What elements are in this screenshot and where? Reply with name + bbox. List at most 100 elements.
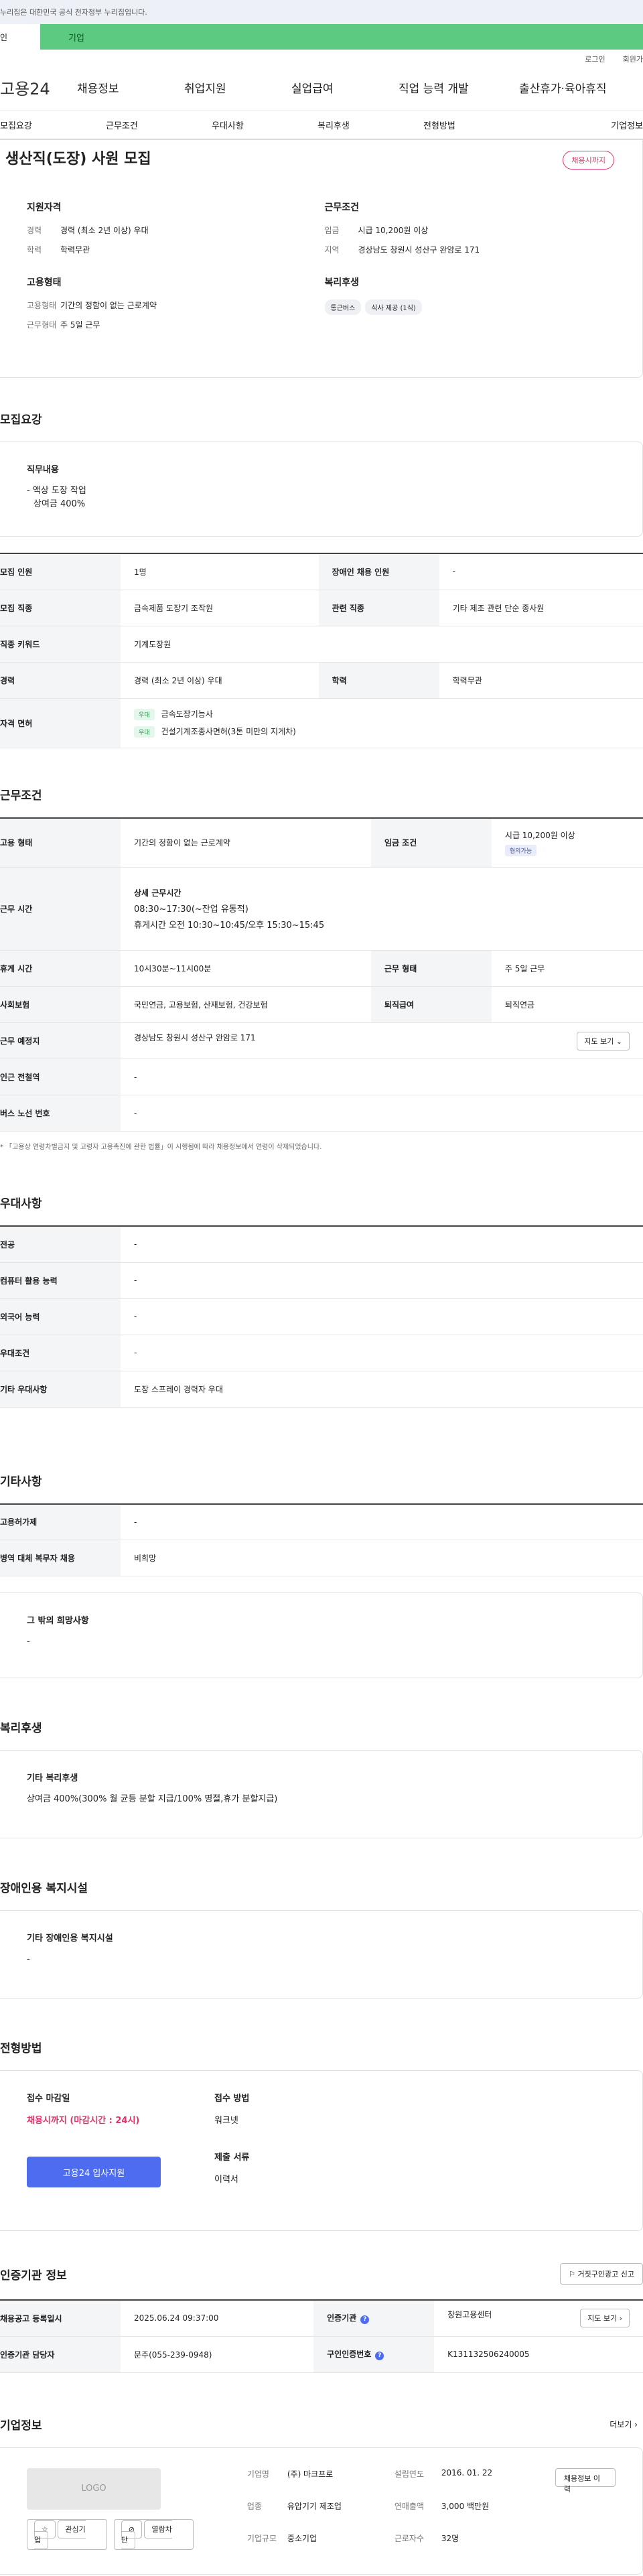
label: 연매출액 bbox=[394, 2501, 425, 2511]
map-label: 지도 보기 bbox=[584, 1036, 614, 1046]
site-logo[interactable]: 고용24 bbox=[0, 76, 77, 99]
report-button[interactable]: ⚐ 거짓구인광고 신고 bbox=[560, 2263, 643, 2285]
label: 휴게 시간 bbox=[0, 950, 121, 987]
wish-value: - bbox=[27, 1637, 30, 1647]
duty-line: 상여금 400% bbox=[33, 499, 86, 510]
map-button[interactable]: 지도 보기 ⌄ bbox=[577, 1031, 630, 1050]
pref-tag: 우대 bbox=[134, 709, 155, 720]
value: 창원고용센터 bbox=[447, 2310, 492, 2320]
label: 병역 대체 복무자 채용 bbox=[0, 1540, 121, 1576]
label: 고용허가제 bbox=[0, 1503, 121, 1540]
value: 3,000 백만원 bbox=[441, 2501, 490, 2511]
map-button[interactable]: 지도 보기 › bbox=[580, 2309, 630, 2328]
tab-welfare[interactable]: 복리후생 bbox=[317, 119, 423, 131]
value: 10시30분~11시00분 bbox=[121, 950, 371, 987]
welfare-card-heading: 기타 복리후생 bbox=[27, 1773, 78, 1783]
disab-heading: 기타 장애인용 복지시설 bbox=[27, 1934, 113, 1944]
value: 도장 스프레이 경력자 우대 bbox=[121, 1371, 643, 1408]
value: - bbox=[121, 1226, 643, 1263]
chevron-right-icon: › bbox=[634, 2419, 638, 2429]
chevron-right-icon: › bbox=[619, 2314, 622, 2323]
tab-pref[interactable]: 우대사항 bbox=[212, 119, 317, 131]
value: 금속제품 도장기 조작원 bbox=[121, 590, 319, 626]
welfare-heading: 복리후생 bbox=[324, 277, 360, 288]
docs-heading: 제출 서류 bbox=[214, 2153, 250, 2163]
info-icon[interactable]: ? bbox=[375, 2352, 384, 2360]
value: - bbox=[121, 1095, 643, 1132]
license-list: 우대 금속도장기능사 우대 건설기계조종사면허(3톤 미만의 지게차) bbox=[121, 698, 643, 748]
cert-header: 인증기관 정보 ⚐ 거짓구인광고 신고 bbox=[0, 2263, 643, 2285]
label-text: 구인인증번호 bbox=[327, 2350, 372, 2359]
work-value: 주 5일 근무 bbox=[60, 320, 100, 330]
process-card: 접수 마감일 채용시까지 (마감시간 : 24시) 고용24 입사지원 접수 방… bbox=[0, 2070, 643, 2231]
label: 고용형태 bbox=[27, 301, 57, 310]
company-logo: LOGO bbox=[27, 2467, 161, 2510]
nav-training[interactable]: 직업 능력 개발 bbox=[399, 79, 519, 96]
deadline-heading: 접수 마감일 bbox=[27, 2094, 70, 2104]
welfare-title: 복리후생 bbox=[0, 1722, 42, 1735]
nav-parental-leave[interactable]: 출산휴가·육아휴직 bbox=[519, 79, 643, 96]
tab-company[interactable]: 기업정보 bbox=[529, 119, 643, 131]
value: - bbox=[121, 1335, 643, 1371]
career-value: 경력 (최소 2년 이상) 우대 bbox=[60, 226, 149, 235]
apply-button[interactable]: 고용24 입사지원 bbox=[27, 2157, 161, 2187]
label: 퇴직급여 bbox=[370, 986, 492, 1023]
license-item: 건설기계조종사면허(3톤 미만의 지게차) bbox=[161, 727, 296, 736]
cond-heading: 근무조건 bbox=[324, 202, 360, 213]
label: 관련 직종 bbox=[318, 590, 439, 626]
wage-cell: 시급 10,200원 이상 협의가능 bbox=[491, 817, 643, 868]
label: 업종 bbox=[246, 2501, 262, 2511]
process-title: 전형방법 bbox=[0, 2042, 42, 2055]
user-type-tabs: 인 기업 bbox=[0, 24, 643, 50]
label: 자격 면허 bbox=[0, 698, 121, 748]
disab-value: - bbox=[27, 1954, 30, 1964]
tab-process[interactable]: 전형방법 bbox=[423, 119, 529, 131]
label: 컴퓨터 활용 능력 bbox=[0, 1262, 121, 1299]
label: 모집 직종 bbox=[0, 590, 121, 626]
nav-unemployment[interactable]: 실업급여 bbox=[291, 79, 399, 96]
label: 경력 bbox=[0, 662, 121, 699]
nav-employment-support[interactable]: 취업지원 bbox=[184, 79, 291, 96]
label: 임금 bbox=[324, 226, 340, 235]
more-link[interactable]: 더보기 › bbox=[610, 2419, 643, 2430]
qual-heading: 지원자격 bbox=[27, 202, 62, 213]
label: 직종 키워드 bbox=[0, 626, 121, 663]
label: 근무 예정지 bbox=[0, 1022, 121, 1059]
loc-value: 경상남도 창원시 성산구 완암로 171 bbox=[358, 245, 480, 255]
fav-button[interactable]: ☆ 관심기업 bbox=[27, 2518, 107, 2550]
label: 채용공고 등록일시 bbox=[0, 2300, 121, 2337]
duty-line: - 액상 도장 작업 bbox=[27, 486, 86, 496]
signup-link[interactable]: 회원가 bbox=[623, 54, 643, 64]
value: - bbox=[439, 553, 643, 590]
tab-work[interactable]: 근무조건 bbox=[106, 119, 212, 131]
info-icon[interactable]: ? bbox=[360, 2315, 370, 2325]
label: 인근 전철역 bbox=[0, 1059, 121, 1095]
login-link[interactable]: 로그인 bbox=[585, 54, 605, 64]
value: 경상남도 창원시 성산구 완암로 171 bbox=[134, 1032, 256, 1042]
value: 2016. 01. 22 bbox=[441, 2467, 493, 2478]
flag-icon: ⚐ bbox=[569, 2270, 576, 2279]
label: 기업규모 bbox=[246, 2533, 277, 2543]
duty-heading: 직무내용 bbox=[27, 465, 59, 475]
nav-jobs[interactable]: 채용정보 bbox=[77, 79, 184, 96]
welfare-chip: 통근버스 bbox=[324, 299, 362, 315]
value: 경력 (최소 2년 이상) 우대 bbox=[121, 662, 319, 699]
emp-value: 기간의 정함이 없는 근로계약 bbox=[60, 301, 157, 310]
tab-company[interactable]: 기업 bbox=[40, 24, 643, 50]
label: 인증기관 담당자 bbox=[0, 2336, 121, 2373]
tab-individual[interactable]: 인 bbox=[0, 24, 40, 50]
label: 구인인증번호? bbox=[313, 2336, 435, 2373]
label: 근무 형태 bbox=[370, 950, 492, 987]
value: 비희망 bbox=[121, 1540, 643, 1576]
history-button[interactable]: 채용정보 이력 bbox=[555, 2467, 616, 2494]
company-title: 기업정보 bbox=[0, 2419, 42, 2433]
tab-recruit[interactable]: 모집요강 bbox=[0, 119, 106, 131]
label: 우대조건 bbox=[0, 1335, 121, 1371]
label: 임금 조건 bbox=[370, 817, 492, 868]
etc-table: 고용허가제 - 병역 대체 복무자 채용 비희망 bbox=[0, 1503, 643, 1576]
value: 유압기기 제조업 bbox=[287, 2501, 342, 2511]
block-button[interactable]: ⊘ 열람차단 bbox=[113, 2518, 194, 2550]
value: 시급 10,200원 이상 bbox=[504, 830, 575, 840]
time-cell: 상세 근무시간 08:30~17:30(~잔업 유동적) 휴게시간 오전 10:30… bbox=[121, 867, 643, 951]
label: 근로자수 bbox=[394, 2533, 425, 2543]
